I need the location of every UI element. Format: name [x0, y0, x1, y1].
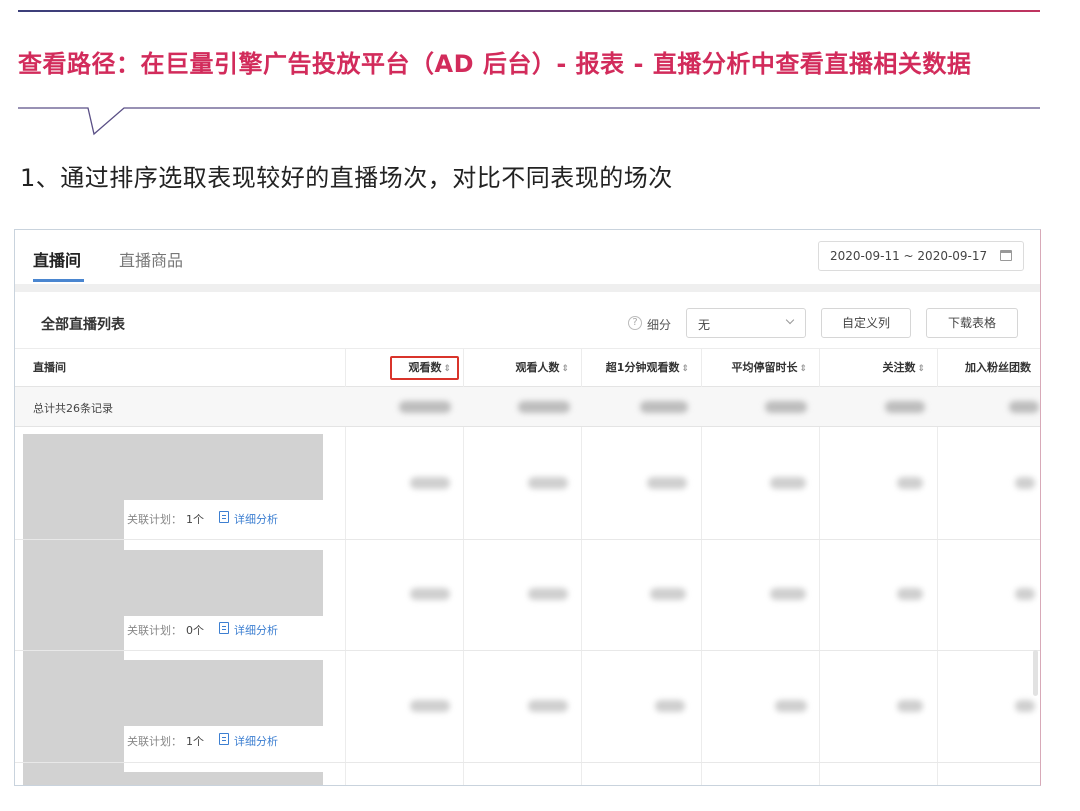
blurred-value [528, 700, 568, 712]
customize-columns-button[interactable]: 自定义列 [821, 308, 911, 338]
document-icon [219, 622, 229, 634]
blurred-value [775, 700, 807, 712]
detail-analysis-link[interactable]: 详细分析 [234, 511, 278, 527]
column-header-follows[interactable]: 关注数 ⇕ [819, 349, 937, 387]
tab-live-room[interactable]: 直播间 [33, 247, 81, 271]
blurred-value [1015, 700, 1035, 712]
sort-icon[interactable]: ⇕ [561, 364, 569, 374]
row-divider [15, 539, 1040, 540]
column-header-viewers[interactable]: 观看人数 ⇕ [463, 349, 581, 387]
related-plan-info: 关联计划： 0个 [127, 622, 204, 638]
path-title: 查看路径：在巨量引擎广告投放平台（AD 后台）- 报表 - 直播分析中查看直播相… [18, 50, 972, 78]
detail-analysis-link[interactable]: 详细分析 [234, 733, 278, 749]
blurred-thumbnail [23, 718, 124, 774]
column-header-avg-stay[interactable]: 平均停留时长 ⇕ [701, 349, 819, 387]
column-header-live-room: 直播间 [33, 349, 183, 387]
blurred-thumbnail [23, 434, 323, 500]
sort-icon[interactable]: ⇕ [917, 364, 925, 374]
blurred-value [897, 477, 923, 489]
blurred-thumbnail [23, 660, 323, 726]
column-header-fan-club-joins[interactable]: 加入粉丝团数 [965, 349, 1040, 387]
segment-label: 细分 [647, 318, 672, 332]
blurred-value [655, 700, 685, 712]
column-header-views-over-1min[interactable]: 超1分钟观看数 ⇕ [581, 349, 701, 387]
blurred-value [399, 401, 451, 413]
top-divider [18, 10, 1040, 12]
sort-icon[interactable]: ⇕ [681, 364, 689, 374]
blurred-value [770, 588, 806, 600]
section-separator [15, 284, 1040, 292]
blurred-value [1009, 401, 1039, 413]
blurred-thumbnail [23, 772, 323, 785]
table-total-row: 总计共26条记录 [15, 387, 1040, 427]
blurred-value [650, 588, 686, 600]
blurred-value [647, 477, 687, 489]
table-header: 直播间 观看数 ⇕ 观看人数 ⇕ 超1分钟观看数 ⇕ 平均停留时长 ⇕ 关注数 ⇕ 加入粉… [15, 348, 1040, 387]
callout-divider [18, 107, 1040, 136]
active-tab-indicator [33, 279, 84, 282]
related-plan-label: 关联计划： [127, 735, 182, 748]
column-header-label: 平均停留时长 [731, 361, 798, 374]
blurred-value [528, 477, 568, 489]
related-plan-info: 关联计划： 1个 [127, 511, 204, 527]
blurred-thumbnail [23, 606, 124, 660]
blurred-value [897, 700, 923, 712]
help-icon[interactable]: ? [628, 316, 642, 330]
blurred-value [897, 588, 923, 600]
blurred-value [410, 700, 450, 712]
segment-select[interactable]: 无 [686, 308, 806, 338]
blurred-value [765, 401, 807, 413]
column-header-label: 关注数 [882, 361, 916, 374]
download-table-button[interactable]: 下载表格 [926, 308, 1018, 338]
list-title: 全部直播列表 [41, 317, 125, 333]
document-icon [219, 511, 229, 523]
related-plan-count: 1个 [186, 735, 204, 748]
document-icon [219, 733, 229, 745]
total-records-label: 总计共26条记录 [33, 402, 113, 415]
live-analysis-screenshot: 直播间 直播商品 2020-09-11 ~ 2020-09-17 全部直播列表 … [14, 229, 1041, 786]
related-plan-count: 0个 [186, 624, 204, 637]
blurred-value [410, 588, 450, 600]
horizontal-scroll-handle[interactable] [1033, 650, 1038, 696]
detail-analysis-link[interactable]: 详细分析 [234, 622, 278, 638]
column-header-label: 超1分钟观看数 [605, 361, 680, 374]
row-divider [15, 650, 1040, 651]
blurred-value [1015, 588, 1035, 600]
blurred-value [640, 401, 688, 413]
sort-icon[interactable]: ⇕ [799, 364, 807, 374]
blurred-value [770, 477, 806, 489]
related-plan-label: 关联计划： [127, 513, 182, 526]
chevron-down-icon [785, 315, 795, 325]
column-header-label: 观看人数 [515, 361, 560, 374]
column-header-label: 直播间 [33, 361, 66, 374]
row-divider [15, 762, 1040, 763]
blurred-value [528, 588, 568, 600]
related-plan-count: 1个 [186, 513, 204, 526]
tab-live-products[interactable]: 直播商品 [119, 247, 183, 271]
tab-bar: 直播间 直播商品 2020-09-11 ~ 2020-09-17 [15, 230, 1040, 282]
step-heading: 1、通过排序选取表现较好的直播场次，对比不同表现的场次 [20, 164, 673, 192]
date-range-picker[interactable]: 2020-09-11 ~ 2020-09-17 [818, 241, 1024, 271]
date-range-value: 2020-09-11 ~ 2020-09-17 [830, 249, 988, 263]
column-header-label: 加入粉丝团数 [965, 361, 1031, 374]
blurred-value [410, 477, 450, 489]
calendar-icon [1000, 250, 1012, 261]
related-plan-label: 关联计划： [127, 624, 182, 637]
sort-highlight-box [390, 356, 459, 380]
segment-value: 无 [698, 318, 711, 332]
blurred-value [885, 401, 925, 413]
blurred-thumbnail [23, 500, 124, 550]
blurred-value [518, 401, 570, 413]
blurred-value [1015, 477, 1035, 489]
related-plan-info: 关联计划： 1个 [127, 733, 204, 749]
